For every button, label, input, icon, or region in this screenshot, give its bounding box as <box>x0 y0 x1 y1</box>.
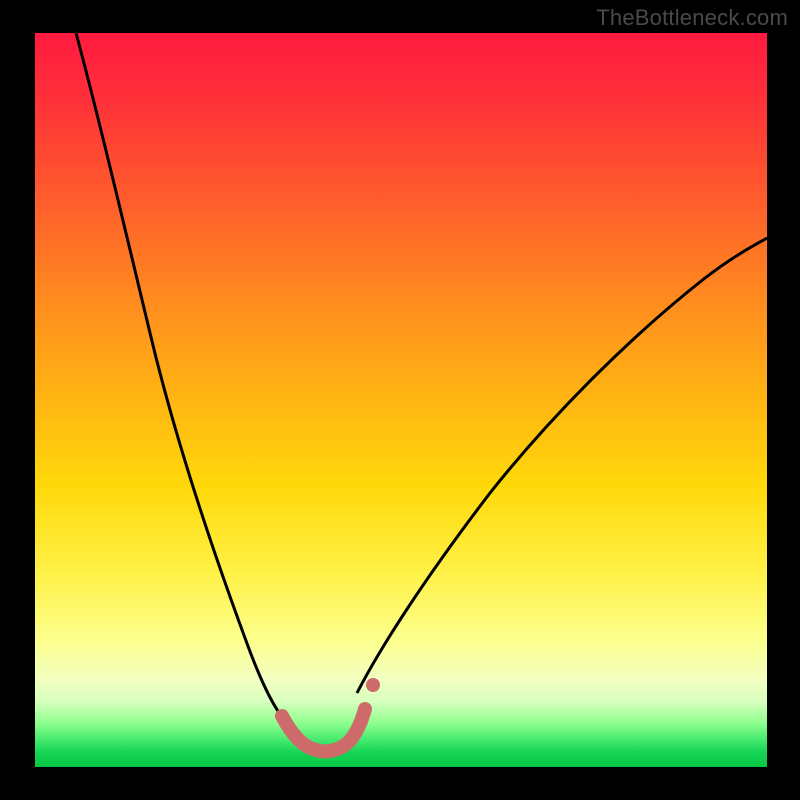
valley-marker-path <box>282 709 365 751</box>
plot-area <box>35 33 767 767</box>
watermark-text: TheBottleneck.com <box>596 5 788 31</box>
right-branch-curve <box>357 238 767 693</box>
left-branch-curve <box>76 33 283 718</box>
chart-frame: TheBottleneck.com <box>0 0 800 800</box>
curve-svg <box>35 33 767 767</box>
valley-dot <box>366 678 380 692</box>
